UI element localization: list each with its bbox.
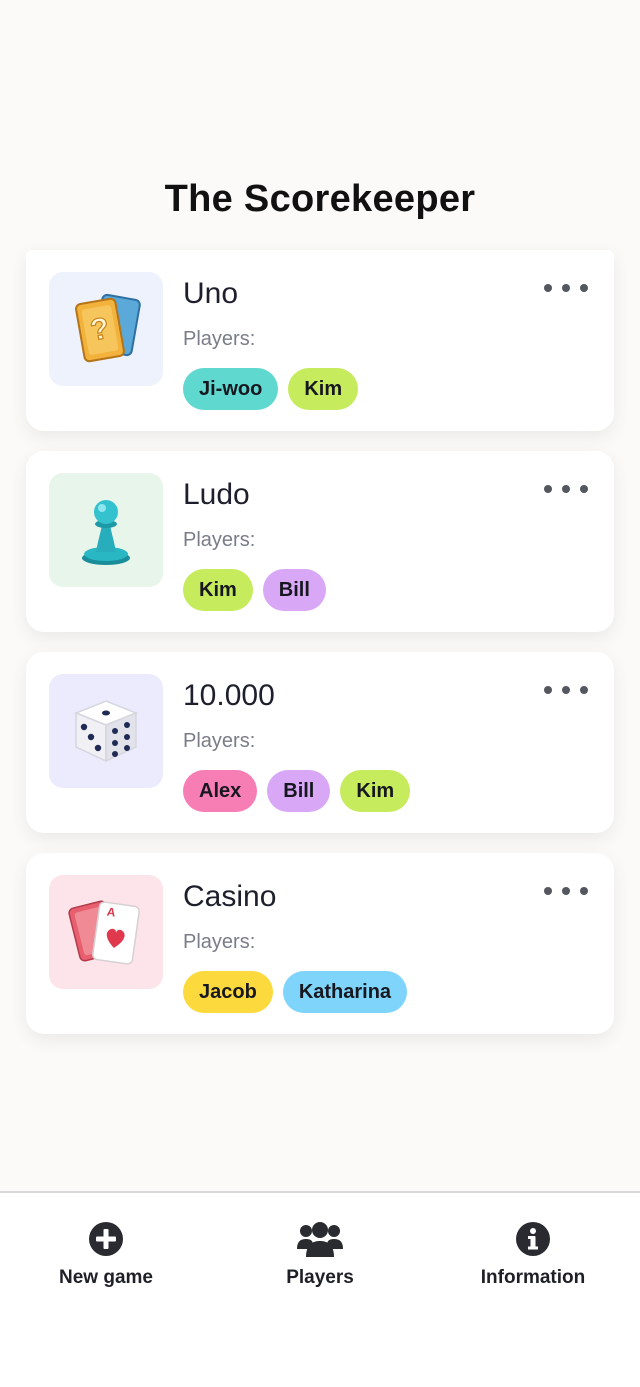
players-label: Players: bbox=[183, 529, 256, 551]
players-label: Players: bbox=[183, 730, 256, 752]
game-card-10000[interactable]: 10.000 Players: Alex Bill Kim bbox=[26, 652, 614, 833]
users-icon bbox=[297, 1222, 343, 1257]
more-dot bbox=[562, 485, 570, 493]
player-chip: Kim bbox=[288, 368, 359, 410]
player-chip: Bill bbox=[267, 770, 331, 812]
player-chips: Jacob Katharina bbox=[183, 971, 408, 1013]
game-name: 10.000 bbox=[183, 679, 275, 712]
player-chips: Alex Bill Kim bbox=[183, 770, 411, 812]
more-dot bbox=[580, 686, 588, 694]
more-options-button[interactable] bbox=[544, 278, 588, 298]
game-name: Ludo bbox=[183, 478, 250, 511]
more-dots-icon bbox=[544, 284, 552, 292]
more-dot bbox=[580, 284, 588, 292]
more-dots-icon bbox=[544, 485, 552, 493]
player-chip: Alex bbox=[183, 770, 258, 812]
nav-information[interactable]: Information bbox=[433, 1217, 633, 1289]
plus-circle-icon bbox=[89, 1222, 123, 1256]
nav-label: Information bbox=[480, 1267, 586, 1288]
more-options-button[interactable] bbox=[544, 881, 588, 901]
game-thumbnail bbox=[49, 674, 163, 788]
player-chip: Ji-woo bbox=[183, 368, 279, 410]
more-options-button[interactable] bbox=[544, 479, 588, 499]
more-dot bbox=[580, 485, 588, 493]
game-card-uno[interactable]: ? Uno Players: Ji-woo Kim bbox=[26, 250, 614, 431]
player-chip: Jacob bbox=[183, 971, 273, 1013]
nav-label: New game bbox=[59, 1267, 153, 1288]
bottom-nav: New game Players Information bbox=[0, 1191, 640, 1387]
player-chip: Bill bbox=[262, 569, 326, 611]
game-card-ludo[interactable]: Ludo Players: Kim Bill bbox=[26, 451, 614, 632]
app-title: The Scorekeeper bbox=[164, 178, 476, 220]
more-dot bbox=[562, 284, 570, 292]
player-chip: Kim bbox=[340, 770, 411, 812]
info-circle-icon bbox=[516, 1222, 550, 1256]
game-name: Uno bbox=[183, 277, 239, 310]
more-options-button[interactable] bbox=[544, 680, 588, 700]
dice-icon bbox=[73, 700, 139, 763]
game-card-casino[interactable]: A Casino Players: Jacob Katharina bbox=[26, 853, 614, 1034]
more-dot bbox=[562, 887, 570, 895]
player-chip: Katharina bbox=[282, 971, 408, 1013]
game-thumbnail: ? bbox=[49, 272, 163, 386]
nav-players[interactable]: Players bbox=[220, 1217, 420, 1289]
question-card-icon: ? bbox=[75, 293, 141, 363]
players-label: Players: bbox=[183, 931, 256, 953]
player-chips: Kim Bill bbox=[183, 569, 326, 611]
nav-label: Players bbox=[286, 1267, 354, 1288]
game-list: ? Uno Players: Ji-woo Kim Ludo Players: … bbox=[26, 250, 614, 1054]
players-label: Players: bbox=[183, 328, 256, 350]
pawn-icon bbox=[82, 500, 130, 565]
more-dots-icon bbox=[544, 887, 552, 895]
more-dots-icon bbox=[544, 686, 552, 694]
playing-cards-icon: A bbox=[68, 900, 140, 965]
game-thumbnail bbox=[49, 473, 163, 587]
more-dot bbox=[580, 887, 588, 895]
game-thumbnail: A bbox=[49, 875, 163, 989]
player-chip: Kim bbox=[183, 569, 253, 611]
more-dot bbox=[562, 686, 570, 694]
game-name: Casino bbox=[183, 880, 277, 913]
nav-new-game[interactable]: New game bbox=[6, 1217, 206, 1289]
player-chips: Ji-woo Kim bbox=[183, 368, 359, 410]
